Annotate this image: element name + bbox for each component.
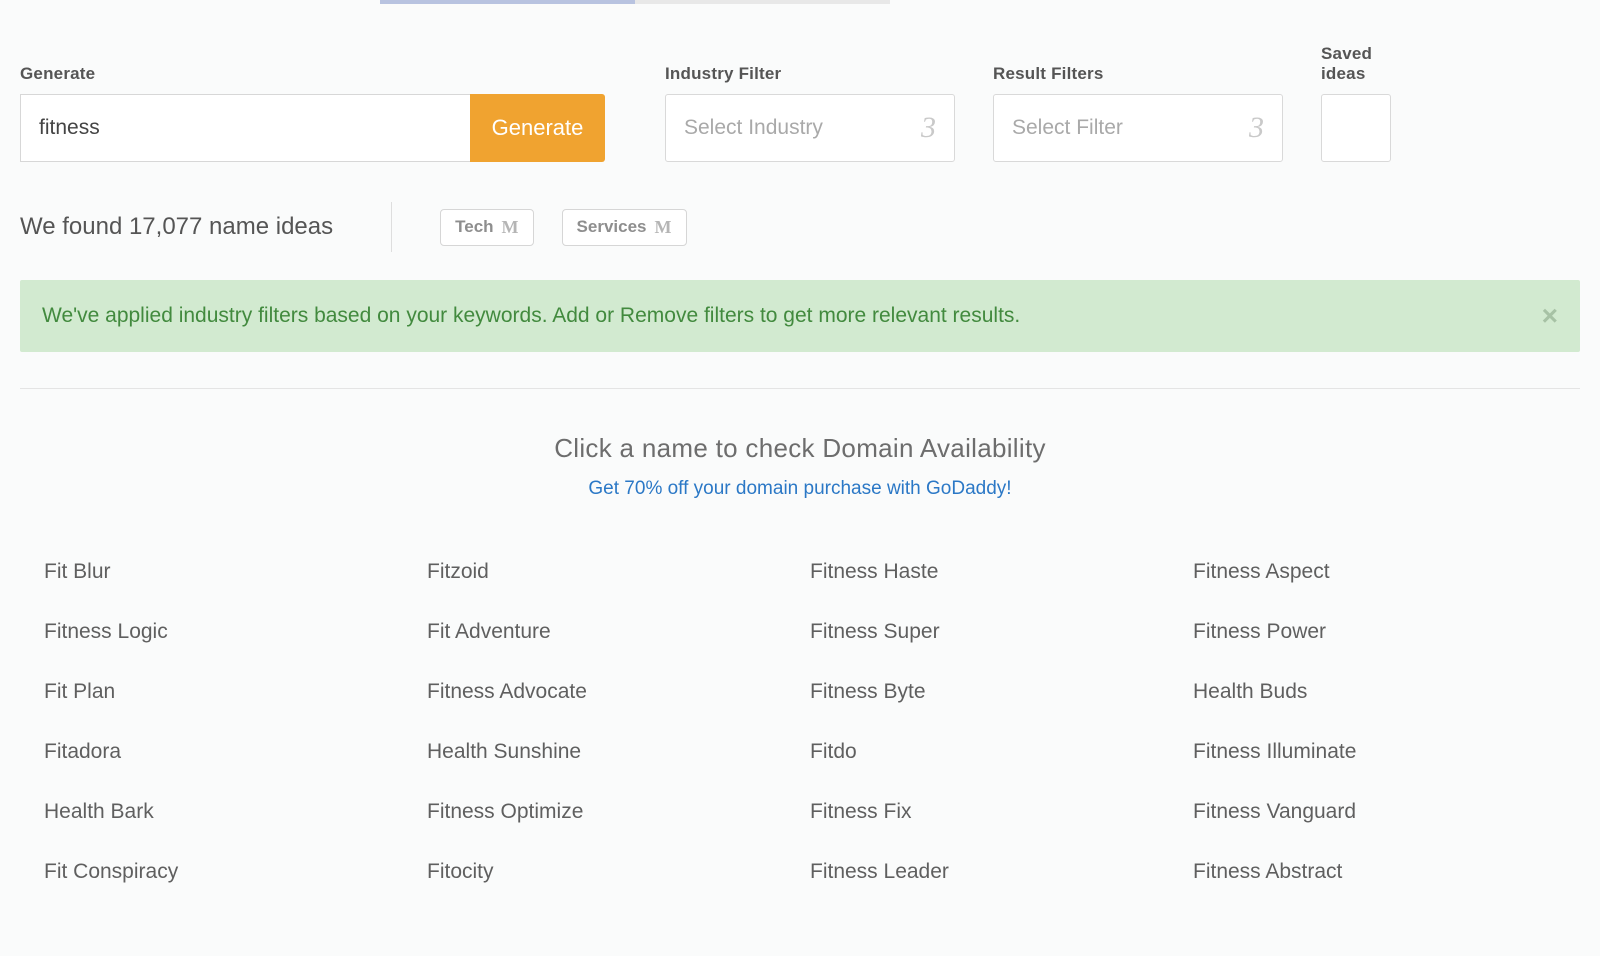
- result-filter-label: Result Filters: [993, 64, 1283, 84]
- industry-select[interactable]: Select Industry 3: [665, 94, 955, 162]
- chip-label: Tech: [455, 217, 493, 237]
- name-suggestion[interactable]: Fitzoid: [427, 560, 790, 584]
- name-suggestion[interactable]: Fitness Advocate: [427, 680, 790, 704]
- name-suggestion[interactable]: Health Buds: [1193, 680, 1556, 704]
- name-suggestion[interactable]: Fit Blur: [44, 560, 407, 584]
- name-suggestion[interactable]: Health Bark: [44, 800, 407, 824]
- generate-box: Generate: [20, 94, 605, 162]
- cta-title: Click a name to check Domain Availabilit…: [20, 433, 1580, 464]
- name-suggestion[interactable]: Fitness Optimize: [427, 800, 790, 824]
- chips-container: Tech M Services M: [440, 209, 714, 246]
- chevron-down-icon: 3: [921, 111, 936, 145]
- industry-filter-label: Industry Filter: [665, 64, 955, 84]
- info-alert: We've applied industry filters based on …: [20, 280, 1580, 352]
- chevron-down-icon: 3: [1249, 111, 1264, 145]
- industry-filter-group: Industry Filter Select Industry 3: [665, 64, 955, 162]
- name-suggestion[interactable]: Fitness Vanguard: [1193, 800, 1556, 824]
- cta-block: Click a name to check Domain Availabilit…: [20, 433, 1580, 500]
- remove-icon[interactable]: M: [502, 217, 519, 238]
- names-grid: Fit Blur Fitzoid Fitness Haste Fitness Aspe…: [20, 560, 1580, 884]
- filter-row: Generate Generate Industry Filter Select…: [20, 44, 1580, 162]
- found-count-text: We found 17,077 name ideas: [20, 213, 333, 241]
- name-suggestion[interactable]: Fitness Illuminate: [1193, 740, 1556, 764]
- cta-link[interactable]: Get 70% off your domain purchase with Go…: [588, 478, 1011, 499]
- name-suggestion[interactable]: Fitness Leader: [810, 860, 1173, 884]
- name-suggestion[interactable]: Fit Plan: [44, 680, 407, 704]
- name-suggestion[interactable]: Fitness Fix: [810, 800, 1173, 824]
- generate-button[interactable]: Generate: [470, 94, 605, 162]
- name-suggestion[interactable]: Fitadora: [44, 740, 407, 764]
- name-suggestion[interactable]: Fitocity: [427, 860, 790, 884]
- saved-ideas-group: Saved ideas: [1321, 44, 1391, 162]
- alert-text: We've applied industry filters based on …: [42, 304, 1020, 328]
- saved-ideas-box[interactable]: [1321, 94, 1391, 162]
- name-suggestion[interactable]: Fit Conspiracy: [44, 860, 407, 884]
- name-suggestion[interactable]: Fitness Haste: [810, 560, 1173, 584]
- industry-placeholder: Select Industry: [684, 116, 823, 140]
- name-suggestion[interactable]: Fit Adventure: [427, 620, 790, 644]
- result-select[interactable]: Select Filter 3: [993, 94, 1283, 162]
- name-suggestion[interactable]: Fitness Logic: [44, 620, 407, 644]
- name-suggestion[interactable]: Fitness Aspect: [1193, 560, 1556, 584]
- name-suggestion[interactable]: Fitdo: [810, 740, 1173, 764]
- found-row: We found 17,077 name ideas TechMServices…: [20, 202, 1580, 252]
- result-placeholder: Select Filter: [1012, 116, 1123, 140]
- filter-chip[interactable]: Services M: [562, 209, 687, 246]
- top-accent-strip: [380, 0, 890, 4]
- filter-chip[interactable]: Tech M: [440, 209, 533, 246]
- name-suggestion[interactable]: Fitness Abstract: [1193, 860, 1556, 884]
- saved-ideas-label: Saved ideas: [1321, 44, 1391, 84]
- divider: [20, 388, 1580, 389]
- name-suggestion[interactable]: Fitness Super: [810, 620, 1173, 644]
- chip-label: Services: [577, 217, 647, 237]
- generate-group: Generate Generate: [20, 64, 605, 162]
- name-suggestion[interactable]: Health Sunshine: [427, 740, 790, 764]
- close-icon[interactable]: ×: [1542, 300, 1558, 332]
- name-suggestion[interactable]: Fitness Byte: [810, 680, 1173, 704]
- generate-label: Generate: [20, 64, 605, 84]
- vertical-divider: [391, 202, 392, 252]
- result-filter-group: Result Filters Select Filter 3: [993, 64, 1283, 162]
- generate-input[interactable]: [20, 94, 470, 162]
- remove-icon[interactable]: M: [655, 217, 672, 238]
- name-suggestion[interactable]: Fitness Power: [1193, 620, 1556, 644]
